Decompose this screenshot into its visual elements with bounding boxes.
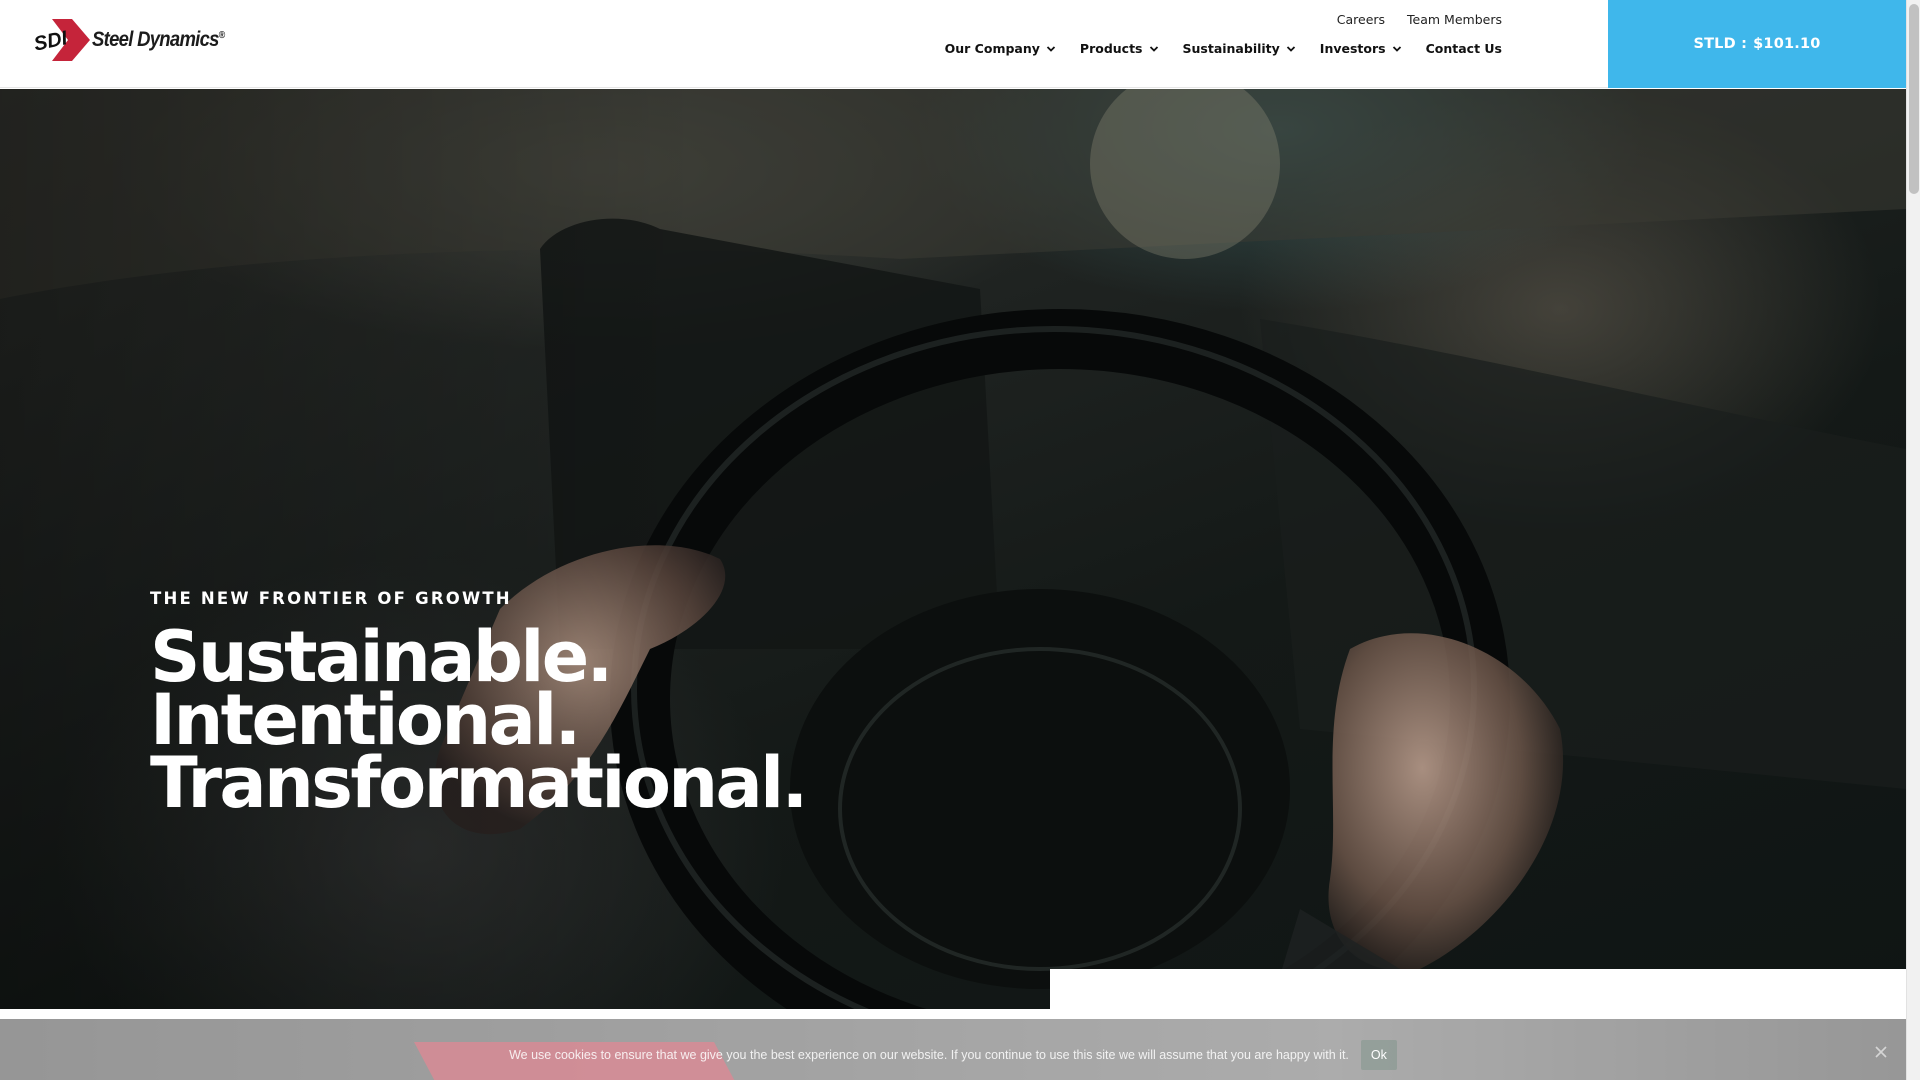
hero-text-block: THE NEW FRONTIER OF GROWTH Sustainable. … — [150, 589, 808, 824]
site-header: SDI Steel Dynamics® Careers Team Members… — [0, 0, 1906, 88]
hero-headline: Sustainable. Intentional. Transformation… — [150, 622, 808, 824]
nav-item-contact-us[interactable]: Contact Us — [1426, 41, 1502, 56]
logo-brand-name: Steel Dynamics® — [92, 28, 225, 51]
close-icon[interactable] — [1874, 1045, 1888, 1059]
steel-dynamics-logo[interactable]: SDI Steel Dynamics® — [34, 17, 243, 63]
nav-item-label: Contact Us — [1425, 41, 1502, 56]
page-scrollbar[interactable] — [1906, 0, 1920, 1080]
main-nav: Our Company Products Sustainability Inve… — [945, 41, 1502, 56]
nav-item-investors[interactable]: Investors — [1320, 41, 1402, 56]
hero-bottom-panel — [1050, 969, 1906, 1009]
nav-item-our-company[interactable]: Our Company — [945, 41, 1056, 56]
cookie-ok-button[interactable]: Ok — [1360, 1039, 1397, 1070]
chevron-down-icon — [1046, 45, 1056, 52]
nav-item-sustainability[interactable]: Sustainability — [1183, 41, 1296, 56]
headline-line-3: Transformational. — [150, 742, 808, 824]
careers-link[interactable]: Careers — [1337, 12, 1385, 27]
sdi-logo-mark-icon: SDI — [34, 19, 90, 61]
nav-item-label: Investors — [1319, 41, 1386, 56]
hero-eyebrow: THE NEW FRONTIER OF GROWTH — [150, 589, 512, 608]
chevron-down-icon — [1286, 45, 1295, 52]
stock-price: $101.10 — [1753, 36, 1821, 52]
chevron-down-icon — [1392, 45, 1401, 52]
nav-item-label: Products — [1079, 41, 1143, 56]
stock-ticker-button[interactable]: STLD : $101.10 — [1608, 0, 1906, 88]
utility-nav: Careers Team Members — [1337, 12, 1502, 27]
scrollbar-thumb[interactable] — [1909, 4, 1919, 194]
nav-item-label: Sustainability — [1182, 41, 1280, 56]
nav-item-products[interactable]: Products — [1080, 41, 1159, 56]
chevron-down-icon — [1149, 45, 1158, 52]
cookie-message: We use cookies to ensure that we give yo… — [509, 1047, 1349, 1062]
team-members-link[interactable]: Team Members — [1407, 12, 1502, 27]
hero-background-image — [0, 89, 1906, 1009]
hero-banner: THE NEW FRONTIER OF GROWTH Sustainable. … — [0, 89, 1906, 1009]
nav-item-label: Our Company — [944, 41, 1040, 56]
cookie-banner: We use cookies to ensure that we give yo… — [0, 1019, 1906, 1080]
stock-symbol: STLD : — [1693, 36, 1748, 52]
